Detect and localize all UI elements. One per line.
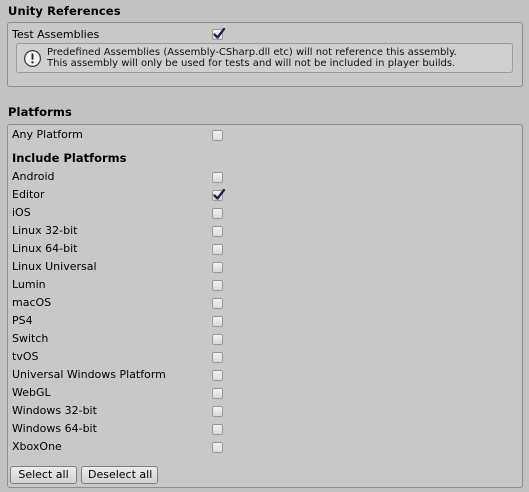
platform-row[interactable]: XboxOne [12, 438, 512, 456]
help-message-line-2: This assembly will only be used for test… [47, 58, 456, 69]
platform-row[interactable]: Windows 32-bit [12, 402, 512, 420]
platform-label: tvOS [12, 350, 39, 363]
platform-label: macOS [12, 296, 52, 309]
platform-checkbox[interactable] [212, 244, 223, 255]
unity-references-box: Test Assemblies Predefined Assemblies (A… [7, 22, 523, 87]
help-message-line-1: Predefined Assemblies (Assembly-CSharp.d… [47, 47, 457, 58]
test-assemblies-row[interactable]: Test Assemblies [12, 26, 512, 44]
test-assemblies-help-box: Predefined Assemblies (Assembly-CSharp.d… [16, 43, 513, 73]
platform-row[interactable]: Linux Universal [12, 258, 512, 276]
select-all-button[interactable]: Select all [10, 466, 77, 484]
platform-label: Linux 64-bit [12, 242, 78, 255]
platform-checkbox[interactable] [212, 406, 223, 417]
platform-label: PS4 [12, 314, 33, 327]
platform-row[interactable]: PS4 [12, 312, 512, 330]
platforms-box: Any Platform Include Platforms Android Ed… [7, 124, 523, 488]
platform-label: XboxOne [12, 440, 62, 453]
platform-row[interactable]: Linux 32-bit [12, 222, 512, 240]
platform-label: Editor [12, 188, 45, 201]
deselect-all-button[interactable]: Deselect all [81, 466, 158, 484]
platform-checkbox[interactable] [212, 352, 223, 363]
platform-row[interactable]: Universal Windows Platform [12, 366, 512, 384]
platform-row[interactable]: macOS [12, 294, 512, 312]
platform-label: Lumin [12, 278, 46, 291]
help-message: Predefined Assemblies (Assembly-CSharp.d… [47, 47, 457, 69]
platform-checkbox[interactable] [212, 262, 223, 273]
platform-label: Linux Universal [12, 260, 97, 273]
platform-row[interactable]: Switch [12, 330, 512, 348]
platform-row[interactable]: Lumin [12, 276, 512, 294]
platform-label: Windows 32-bit [12, 404, 97, 417]
platforms-title: Platforms [8, 105, 72, 119]
any-platform-row[interactable]: Any Platform [12, 126, 512, 144]
platform-row[interactable]: Linux 64-bit [12, 240, 512, 258]
platform-checkbox[interactable] [212, 188, 226, 201]
platform-checkbox[interactable] [212, 424, 223, 435]
test-assemblies-label: Test Assemblies [12, 28, 100, 41]
platform-row[interactable]: Windows 64-bit [12, 420, 512, 438]
platform-checkbox[interactable] [212, 280, 223, 291]
platform-label: Universal Windows Platform [12, 368, 166, 381]
info-icon [23, 49, 42, 68]
platform-checkbox[interactable] [212, 442, 223, 453]
platform-label: Switch [12, 332, 49, 345]
platform-checkbox[interactable] [212, 226, 223, 237]
platform-checkbox[interactable] [212, 370, 223, 381]
platform-checkbox[interactable] [212, 208, 223, 219]
platform-row[interactable]: Android [12, 168, 512, 186]
platform-row[interactable]: Editor [12, 186, 512, 204]
platform-checkbox[interactable] [212, 388, 223, 399]
platform-checkbox[interactable] [212, 334, 223, 345]
platform-label: Windows 64-bit [12, 422, 97, 435]
platform-row[interactable]: WebGL [12, 384, 512, 402]
any-platform-checkbox[interactable] [212, 130, 223, 141]
platform-label: iOS [12, 206, 31, 219]
assembly-definition-inspector: Unity References Test Assemblies Predefi… [0, 0, 529, 492]
checkmark-icon [213, 188, 226, 200]
include-platforms-heading: Include Platforms [12, 151, 127, 165]
platform-label: Linux 32-bit [12, 224, 78, 237]
platform-checkbox[interactable] [212, 298, 223, 309]
platform-label: WebGL [12, 386, 51, 399]
platform-row[interactable]: iOS [12, 204, 512, 222]
unity-references-title: Unity References [8, 4, 121, 18]
checkmark-icon [213, 27, 226, 39]
platform-checkbox[interactable] [212, 172, 223, 183]
platform-row[interactable]: tvOS [12, 348, 512, 366]
test-assemblies-checkbox[interactable] [212, 27, 226, 40]
platform-label: Android [12, 170, 55, 183]
any-platform-label: Any Platform [12, 128, 83, 141]
platform-checkbox[interactable] [212, 316, 223, 327]
